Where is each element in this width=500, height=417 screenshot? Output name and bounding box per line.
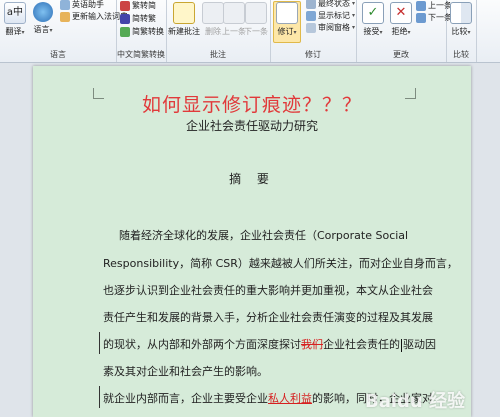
- body-line-2: Responsibility，简称 CSR）越来越被人们所关注，而对企业自身而言…: [103, 257, 458, 270]
- change-bar: [99, 386, 100, 408]
- group-tracking: 修订▾ 最终状态 ▾ 显示标记 ▾ 审阅窗格 ▾ 修订: [270, 0, 357, 62]
- final-state-icon: [306, 0, 316, 9]
- to-traditional-button[interactable]: 简转繁: [120, 13, 156, 24]
- group-label-compare: 比较: [453, 50, 469, 59]
- final-state-dropdown[interactable]: 最终状态 ▾: [306, 0, 355, 9]
- previous-comment-icon: [223, 2, 245, 24]
- group-label-tracking: 修订: [305, 50, 321, 59]
- new-comment-icon: [173, 2, 195, 24]
- new-comment-button[interactable]: 新建批注: [168, 2, 200, 37]
- chevron-down-icon: ▾: [407, 29, 411, 36]
- chevron-down-icon: ▾: [293, 29, 297, 36]
- reject-icon: ✕: [390, 2, 412, 24]
- reject-button[interactable]: ✕ 拒绝▾: [388, 2, 414, 37]
- convert-icon: [120, 26, 130, 37]
- group-comments: 新建批注 删除 上一条 下一条 批注: [166, 0, 271, 62]
- translate-icon: a中: [4, 2, 26, 24]
- deleted-text: 我们: [301, 338, 323, 351]
- traditional-icon: [120, 13, 130, 24]
- document-subtitle: 企业社会责任驱动力研究: [185, 119, 318, 133]
- track-changes-button[interactable]: 修订▾: [273, 1, 301, 43]
- group-compare: 比较▾ 比较: [446, 0, 477, 62]
- show-markup-icon: [306, 10, 316, 21]
- chevron-down-icon: ▾: [352, 24, 356, 31]
- accept-icon: ✓: [362, 2, 384, 24]
- to-simplified-button[interactable]: 繁转简: [120, 0, 156, 11]
- compare-icon: [450, 2, 472, 24]
- chevron-down-icon: ▾: [352, 0, 356, 7]
- abstract-heading: 摘 要: [229, 172, 275, 186]
- group-label-comments: 批注: [210, 50, 226, 59]
- show-markup-button[interactable]: 显示标记 ▾: [306, 10, 355, 21]
- language-button[interactable]: 语言▾: [30, 2, 56, 35]
- previous-change-icon: [416, 0, 426, 11]
- globe-icon: [33, 2, 53, 22]
- group-changes: ✓ 接受▾ ✕ 拒绝▾ 上一条 下一条 更改: [356, 0, 452, 62]
- group-language: a中 翻译▾ 语言▾ 英语助手 更新输入法词典 语言: [0, 0, 128, 62]
- chevron-down-icon: ▾: [49, 27, 53, 34]
- group-label-chinese: 中文简繁转换: [117, 50, 165, 59]
- chevron-down-icon: ▾: [379, 29, 383, 36]
- compare-button[interactable]: 比较▾: [448, 2, 474, 37]
- group-label-changes: 更改: [393, 50, 409, 59]
- body-line-4: 责任产生和发展的背景入手，分析企业社会责任演变的过程及其发展: [103, 311, 433, 324]
- track-changes-icon: [276, 2, 298, 24]
- baidu-watermark: Baidu 经验: [364, 391, 465, 412]
- next-comment-button[interactable]: 下一条: [244, 2, 268, 37]
- english-assistant-button[interactable]: 英语助手: [60, 0, 104, 10]
- group-label-language: 语言: [50, 50, 66, 59]
- reviewing-pane-button[interactable]: 审阅窗格 ▾: [306, 22, 355, 33]
- change-bar: [99, 332, 100, 354]
- body-line-1: 随着经济全球化的发展，企业社会责任（Corporate Social: [119, 229, 409, 242]
- body-line-6: 素及其对企业和社会产生的影响。: [103, 365, 268, 378]
- dictionary-icon: [60, 11, 70, 22]
- translate-button[interactable]: a中 翻译▾: [2, 2, 28, 37]
- document-page[interactable]: 如何显示修订痕迹？？？ 企业社会责任驱动力研究 摘 要 随着经济全球化的发展，企…: [33, 66, 471, 417]
- previous-comment-button[interactable]: 上一条: [222, 2, 246, 37]
- body-line-3: 也逐步认识到企业社会责任的重大影响并更加重视，本文从企业社会: [103, 284, 433, 297]
- text-cursor: [401, 338, 402, 352]
- delete-comment-icon: [202, 2, 224, 24]
- next-change-icon: [416, 12, 426, 23]
- simplified-icon: [120, 0, 130, 11]
- convert-button[interactable]: 简繁转换: [120, 26, 164, 37]
- next-comment-icon: [245, 2, 267, 24]
- chevron-down-icon: ▾: [352, 12, 356, 19]
- chevron-down-icon: ▾: [467, 29, 471, 36]
- ribbon: a中 翻译▾ 语言▾ 英语助手 更新输入法词典 语言 繁转简 简转繁 简繁转换: [0, 0, 500, 63]
- document-title: 如何显示修订痕迹？？？: [141, 94, 362, 116]
- assistant-icon: [60, 0, 70, 10]
- accept-button[interactable]: ✓ 接受▾: [360, 2, 386, 37]
- reviewing-pane-icon: [306, 22, 316, 33]
- inserted-text: 私人利益: [268, 392, 312, 405]
- body-line-5: 的现状，从内部和外部两个方面深度探讨我们企业社会责任的 驱动因: [103, 338, 436, 352]
- chevron-down-icon: ▾: [21, 29, 25, 36]
- group-chinese-conversion: 繁转简 简转繁 简繁转换 中文简繁转换: [116, 0, 167, 62]
